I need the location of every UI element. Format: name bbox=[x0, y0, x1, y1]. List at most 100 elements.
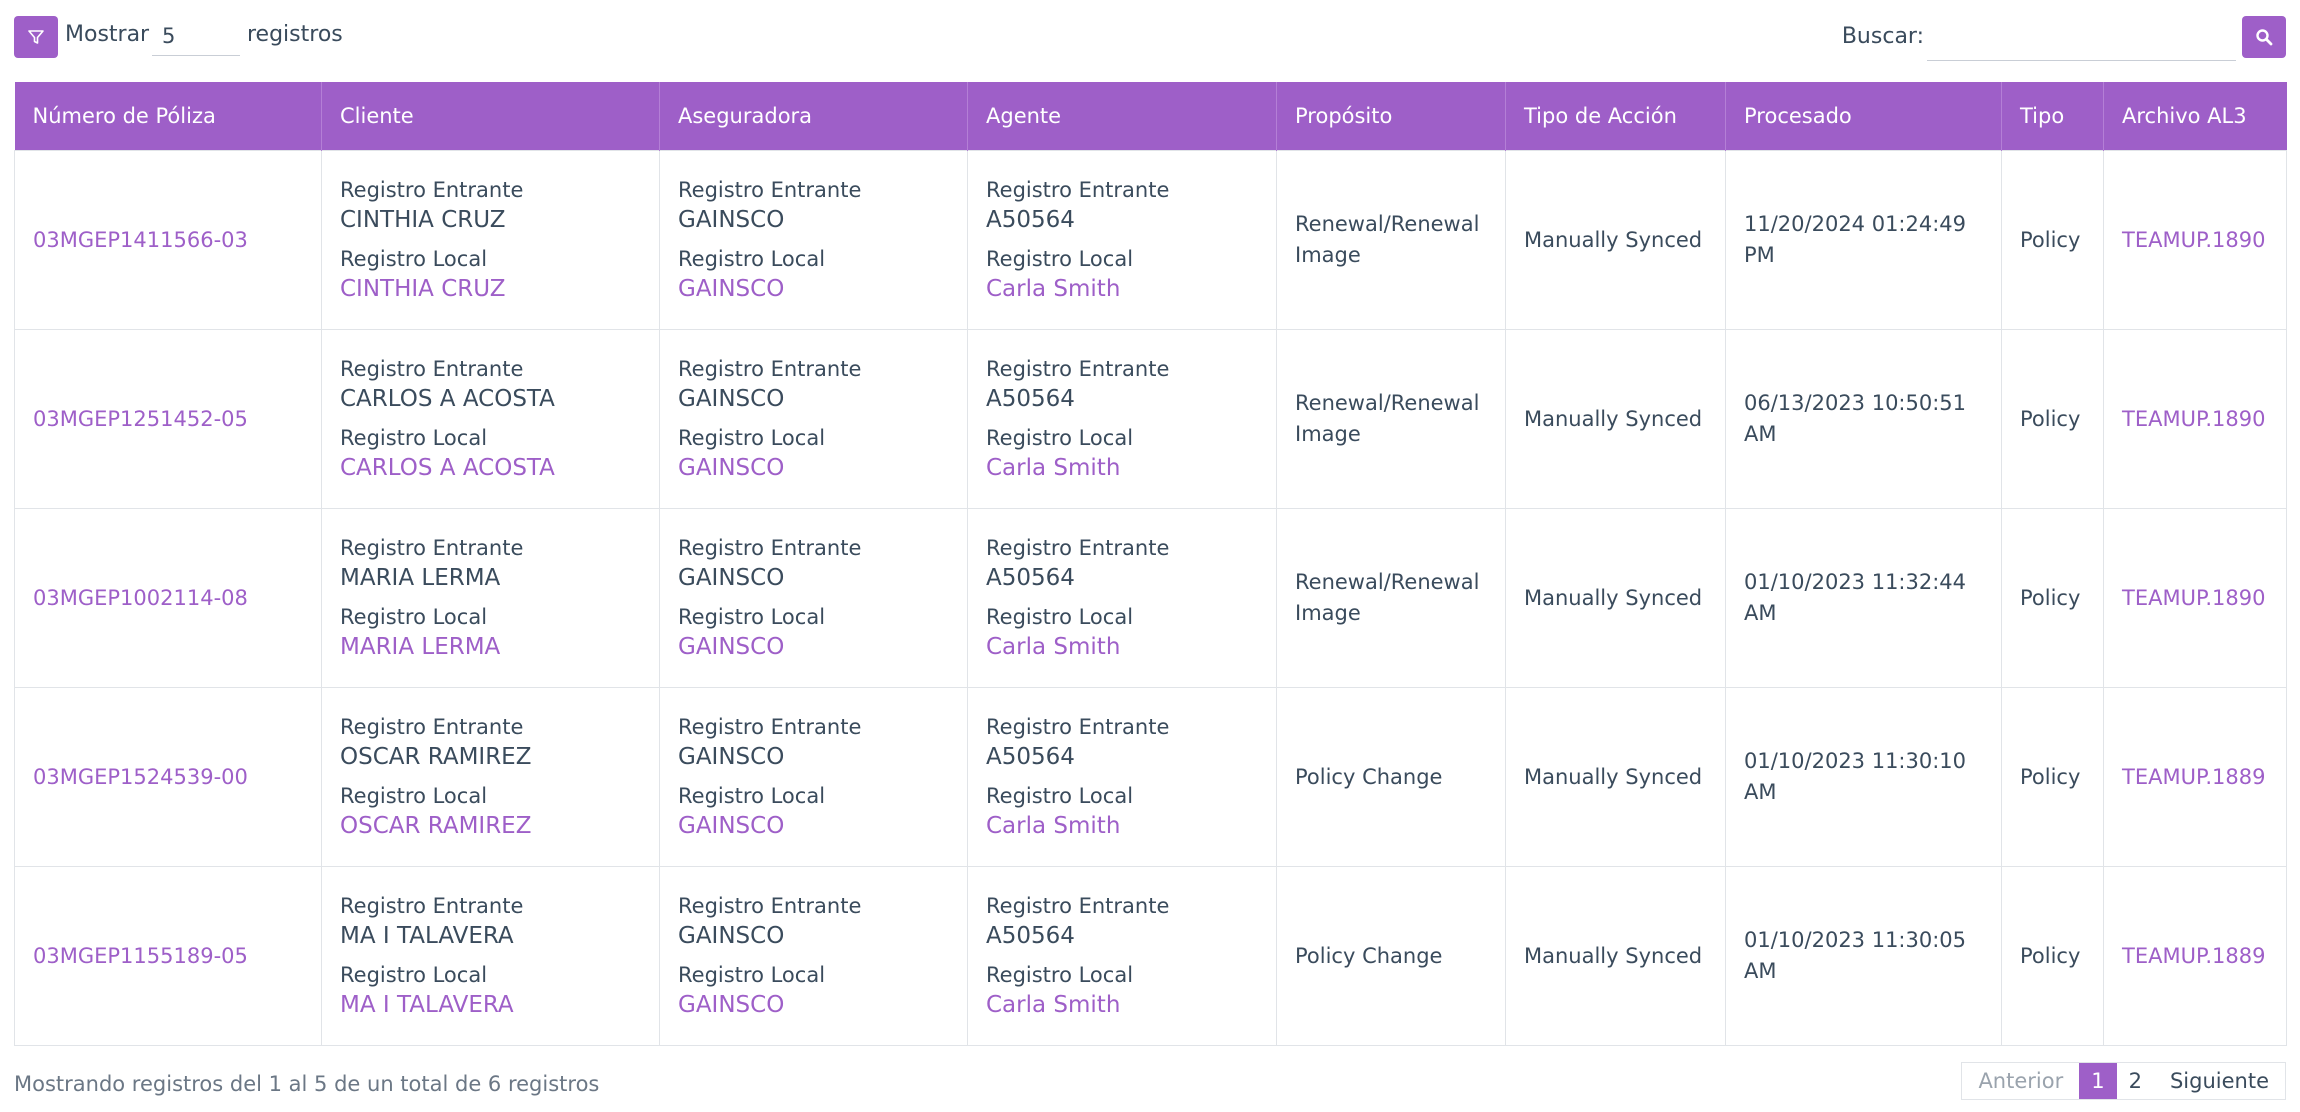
insurer-local-link[interactable]: GAINSCO bbox=[678, 274, 949, 304]
policy-number-link[interactable]: 03MGEP1411566-03 bbox=[33, 228, 248, 252]
column-header-purpose[interactable]: Propósito bbox=[1276, 82, 1506, 151]
policy-number-link[interactable]: 03MGEP1155189-05 bbox=[33, 944, 248, 968]
column-header-policy-number[interactable]: Número de Póliza bbox=[14, 82, 322, 151]
purpose-cell: Renewal/Renewal Image bbox=[1276, 150, 1506, 330]
local-record-label: Registro Local bbox=[340, 605, 488, 629]
agent-cell: Registro Entrante A50564 Registro Local Car… bbox=[967, 329, 1277, 509]
incoming-record-label: Registro Entrante bbox=[986, 715, 1170, 739]
policy-number-link[interactable]: 03MGEP1002114-08 bbox=[33, 586, 248, 610]
action-type-cell: Manually Synced bbox=[1505, 329, 1726, 509]
table-row: 03MGEP1251452-05 Registro Entrante CARLOS … bbox=[14, 329, 2287, 509]
local-record-label: Registro Local bbox=[678, 247, 826, 271]
client-incoming-value: MARIA LERMA bbox=[340, 565, 501, 591]
incoming-record-label: Registro Entrante bbox=[678, 715, 862, 739]
local-record-label: Registro Local bbox=[986, 605, 1134, 629]
local-record-label: Registro Local bbox=[986, 426, 1134, 450]
local-record-label: Registro Local bbox=[986, 247, 1134, 271]
insurer-incoming-value: GAINSCO bbox=[678, 744, 785, 770]
search-input[interactable] bbox=[1927, 16, 2236, 61]
client-cell: Registro Entrante CARLOS A ACOSTA Registro… bbox=[321, 329, 660, 509]
page-size-input[interactable] bbox=[152, 16, 240, 56]
agent-local-link[interactable]: Carla Smith bbox=[986, 274, 1258, 304]
policy-number-cell: 03MGEP1155189-05 bbox=[14, 866, 322, 1046]
policies-table: Número de Póliza Cliente Aseguradora Age… bbox=[14, 82, 2287, 1046]
pagination-prev-button[interactable]: Anterior bbox=[1962, 1063, 2080, 1099]
policy-number-link[interactable]: 03MGEP1524539-00 bbox=[33, 765, 248, 789]
purpose-cell: Renewal/Renewal Image bbox=[1276, 508, 1506, 688]
insurer-local-link[interactable]: GAINSCO bbox=[678, 632, 949, 662]
client-incoming-value: MA I TALAVERA bbox=[340, 923, 514, 949]
agent-cell: Registro Entrante A50564 Registro Local Car… bbox=[967, 687, 1277, 867]
client-cell: Registro Entrante OSCAR RAMIREZ Registro L… bbox=[321, 687, 660, 867]
column-header-insurer[interactable]: Aseguradora bbox=[659, 82, 968, 151]
insurer-incoming-value: GAINSCO bbox=[678, 565, 785, 591]
purpose-cell: Policy Change bbox=[1276, 687, 1506, 867]
al3-file-link[interactable]: TEAMUP.1890 bbox=[2122, 586, 2265, 610]
al3-file-cell: TEAMUP.1890 bbox=[2103, 329, 2287, 509]
local-record-label: Registro Local bbox=[986, 963, 1134, 987]
column-header-type[interactable]: Tipo bbox=[2001, 82, 2104, 151]
policy-number-cell: 03MGEP1251452-05 bbox=[14, 329, 322, 509]
pagination-page-1[interactable]: 1 bbox=[2079, 1063, 2117, 1099]
incoming-record-label: Registro Entrante bbox=[678, 357, 862, 381]
insurer-cell: Registro Entrante GAINSCO Registro Local GA… bbox=[659, 687, 968, 867]
table-row: 03MGEP1002114-08 Registro Entrante MARIA L… bbox=[14, 508, 2287, 688]
client-incoming-value: OSCAR RAMIREZ bbox=[340, 744, 532, 770]
purpose-cell: Policy Change bbox=[1276, 866, 1506, 1046]
search-label: Buscar: bbox=[1841, 24, 1924, 49]
agent-local-link[interactable]: Carla Smith bbox=[986, 811, 1258, 841]
client-cell: Registro Entrante CINTHIA CRUZ Registro Lo… bbox=[321, 150, 660, 330]
column-header-agent[interactable]: Agente bbox=[967, 82, 1277, 151]
insurer-local-link[interactable]: GAINSCO bbox=[678, 811, 949, 841]
table-row: 03MGEP1155189-05 Registro Entrante MA I TA… bbox=[14, 866, 2287, 1046]
incoming-record-label: Registro Entrante bbox=[986, 357, 1170, 381]
local-record-label: Registro Local bbox=[340, 247, 488, 271]
insurer-cell: Registro Entrante GAINSCO Registro Local GA… bbox=[659, 866, 968, 1046]
search-button[interactable] bbox=[2242, 16, 2286, 58]
pagination-page-2[interactable]: 2 bbox=[2116, 1063, 2154, 1099]
policy-number-cell: 03MGEP1002114-08 bbox=[14, 508, 322, 688]
show-label: Mostrar bbox=[65, 22, 150, 47]
insurer-local-link[interactable]: GAINSCO bbox=[678, 453, 949, 483]
al3-file-link[interactable]: TEAMUP.1890 bbox=[2122, 228, 2265, 252]
client-local-link[interactable]: CINTHIA CRUZ bbox=[340, 274, 641, 304]
policy-number-link[interactable]: 03MGEP1251452-05 bbox=[33, 407, 248, 431]
local-record-label: Registro Local bbox=[340, 426, 488, 450]
column-header-processed[interactable]: Procesado bbox=[1725, 82, 2002, 151]
client-incoming-value: CARLOS A ACOSTA bbox=[340, 386, 555, 412]
al3-file-cell: TEAMUP.1889 bbox=[2103, 866, 2287, 1046]
al3-file-link[interactable]: TEAMUP.1889 bbox=[2122, 765, 2265, 789]
action-type-cell: Manually Synced bbox=[1505, 687, 1726, 867]
action-type-cell: Manually Synced bbox=[1505, 866, 1726, 1046]
column-header-action-type[interactable]: Tipo de Acción bbox=[1505, 82, 1726, 151]
local-record-label: Registro Local bbox=[678, 784, 826, 808]
client-local-link[interactable]: OSCAR RAMIREZ bbox=[340, 811, 641, 841]
action-type-cell: Manually Synced bbox=[1505, 150, 1726, 330]
processed-cell: 01/10/2023 11:32:44 AM bbox=[1725, 508, 2002, 688]
type-cell: Policy bbox=[2001, 687, 2104, 867]
insurer-local-link[interactable]: GAINSCO bbox=[678, 990, 949, 1020]
insurer-cell: Registro Entrante GAINSCO Registro Local GA… bbox=[659, 508, 968, 688]
processed-cell: 06/13/2023 10:50:51 AM bbox=[1725, 329, 2002, 509]
incoming-record-label: Registro Entrante bbox=[340, 178, 524, 202]
client-local-link[interactable]: CARLOS A ACOSTA bbox=[340, 453, 641, 483]
al3-file-link[interactable]: TEAMUP.1890 bbox=[2122, 407, 2265, 431]
client-local-link[interactable]: MARIA LERMA bbox=[340, 632, 641, 662]
purpose-cell: Renewal/Renewal Image bbox=[1276, 329, 1506, 509]
pagination-next-button[interactable]: Siguiente bbox=[2153, 1063, 2285, 1099]
column-header-al3-file[interactable]: Archivo AL3 bbox=[2103, 82, 2287, 151]
local-record-label: Registro Local bbox=[678, 426, 826, 450]
table-row: 03MGEP1411566-03 Registro Entrante CINTHIA… bbox=[14, 150, 2287, 330]
column-header-client[interactable]: Cliente bbox=[321, 82, 660, 151]
incoming-record-label: Registro Entrante bbox=[678, 894, 862, 918]
agent-local-link[interactable]: Carla Smith bbox=[986, 632, 1258, 662]
agent-local-link[interactable]: Carla Smith bbox=[986, 453, 1258, 483]
client-incoming-value: CINTHIA CRUZ bbox=[340, 207, 506, 233]
al3-file-link[interactable]: TEAMUP.1889 bbox=[2122, 944, 2265, 968]
client-local-link[interactable]: MA I TALAVERA bbox=[340, 990, 641, 1020]
agent-incoming-value: A50564 bbox=[986, 565, 1075, 591]
local-record-label: Registro Local bbox=[340, 963, 488, 987]
filter-button[interactable] bbox=[14, 16, 58, 58]
agent-local-link[interactable]: Carla Smith bbox=[986, 990, 1258, 1020]
local-record-label: Registro Local bbox=[986, 784, 1134, 808]
